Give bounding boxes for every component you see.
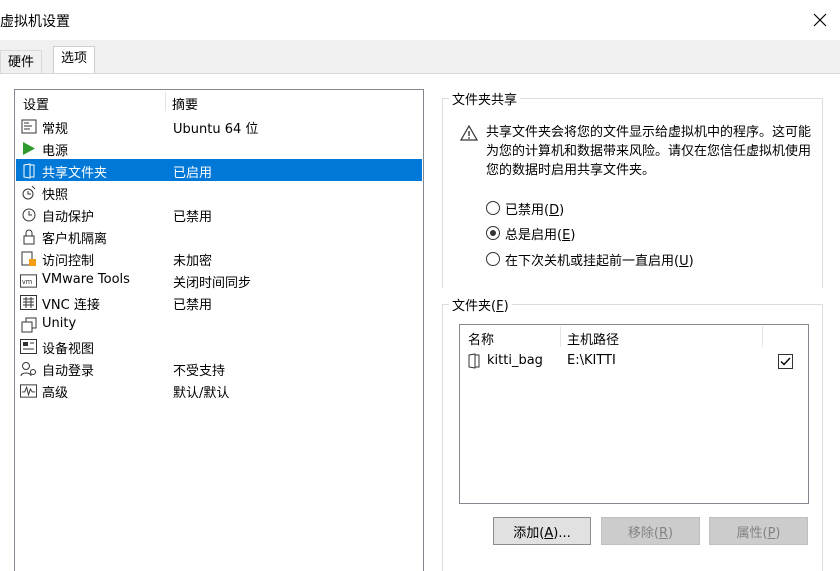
settings-row-device-view[interactable]: 设备视图 <box>16 335 422 357</box>
warning-text: 共享文件夹会将您的文件显示给虚拟机中的程序。这可能为您的计算机和数据带来风险。请… <box>486 125 812 178</box>
settings-row-shared-folders[interactable]: 共享文件夹 已启用 <box>16 159 422 181</box>
settings-row-vmware-tools[interactable]: vm VMware Tools 关闭时间同步 <box>16 269 422 291</box>
settings-row-label: 高级 <box>42 386 69 401</box>
settings-row-label: VMware Tools <box>42 272 130 287</box>
folder-row[interactable]: kitti_bag E:\KITTI <box>461 350 807 372</box>
settings-row-advanced[interactable]: 高级 默认/默认 <box>16 379 422 401</box>
window-title: 虚拟机设置 <box>0 14 70 30</box>
settings-row-autologin[interactable]: 自动登录 不受支持 <box>16 357 422 379</box>
settings-row-label: 快照 <box>42 188 69 203</box>
radio-circle <box>486 226 500 240</box>
settings-row-access-control[interactable]: 访问控制 未加密 <box>16 247 422 269</box>
advanced-icon <box>20 382 37 399</box>
tab-strip: 硬件 选项 <box>0 40 840 74</box>
radio-label: 总是启用(E) <box>505 227 576 243</box>
settings-row-summary: 已禁用 <box>173 210 213 225</box>
settings-row-vnc[interactable]: VNC 连接 已禁用 <box>16 291 422 313</box>
settings-row-label: 访问控制 <box>42 254 95 269</box>
access-control-icon <box>20 250 37 267</box>
column-header-setting[interactable]: 设置 <box>23 94 49 113</box>
settings-row-summary: 已禁用 <box>173 298 213 313</box>
settings-row-label: 自动保护 <box>42 210 95 225</box>
column-divider[interactable] <box>165 92 166 111</box>
radio-circle <box>486 201 500 215</box>
settings-row-label: 自动登录 <box>42 364 95 379</box>
folder-table[interactable]: 名称 主机路径 kitti_bag E:\KITTI <box>459 324 809 504</box>
settings-list[interactable]: 设置 摘要 常规 Ubuntu 64 位 电源 共享文件夹 已启用 快照 自动保… <box>14 89 424 571</box>
settings-row-summary: 默认/默认 <box>173 386 230 401</box>
settings-row-autoprotect[interactable]: 自动保护 已禁用 <box>16 203 422 225</box>
add-button[interactable]: 添加(A)... <box>493 517 591 545</box>
radio-always-enabled[interactable]: 总是启用(E) <box>486 223 575 243</box>
properties-button[interactable]: 属性(P) <box>709 517 808 545</box>
title-bar: 虚拟机设置 <box>0 0 840 40</box>
folder-sharing-group: 文件夹共享 共享文件夹会将您的文件显示给虚拟机中的程序。这可能为您的计算机和数据… <box>442 89 823 288</box>
shared-folder-icon <box>467 353 481 373</box>
radio-circle <box>486 252 500 266</box>
settings-row-label: VNC 连接 <box>42 298 100 313</box>
settings-row-label: Unity <box>42 316 77 331</box>
checkmark-icon <box>780 357 791 366</box>
close-button[interactable] <box>800 0 840 40</box>
column-divider[interactable] <box>560 326 561 347</box>
radio-until-poweroff[interactable]: 在下次关机或挂起前一直启用(U) <box>486 249 694 269</box>
group-title: 文件夹(F) <box>449 295 512 314</box>
tab-options[interactable]: 选项 <box>53 46 96 74</box>
snapshot-icon <box>20 184 37 201</box>
settings-row-label: 共享文件夹 <box>42 166 108 181</box>
folder-host-path: E:\KITTI <box>567 353 616 368</box>
svg-text:vm: vm <box>22 277 32 285</box>
column-divider[interactable] <box>762 326 763 347</box>
settings-row-snapshot[interactable]: 快照 <box>16 181 422 203</box>
radio-label: 已禁用(D) <box>505 202 565 218</box>
remove-button[interactable]: 移除(R) <box>601 517 700 545</box>
vnc-icon <box>20 294 37 311</box>
list-header: 设置 摘要 <box>15 90 423 114</box>
autologin-icon <box>20 360 37 377</box>
settings-row-label: 电源 <box>42 144 69 159</box>
lock-icon <box>20 228 37 245</box>
settings-row-unity[interactable]: Unity <box>16 313 422 335</box>
shared-folder-icon <box>20 162 37 179</box>
clock-icon <box>20 206 37 223</box>
settings-row-summary: 不受支持 <box>173 364 226 379</box>
radio-disabled[interactable]: 已禁用(D) <box>486 198 564 218</box>
warning-icon <box>459 124 479 145</box>
column-header-summary[interactable]: 摘要 <box>172 94 198 113</box>
close-icon <box>813 13 827 27</box>
settings-row-summary: 关闭时间同步 <box>173 276 252 291</box>
tab-hardware[interactable]: 硬件 <box>0 50 43 74</box>
settings-row-summary: 未加密 <box>173 254 213 269</box>
column-header-host-path[interactable]: 主机路径 <box>567 329 619 348</box>
settings-row-summary: Ubuntu 64 位 <box>173 122 259 137</box>
general-icon <box>20 118 37 135</box>
folders-group: 文件夹(F) 名称 主机路径 kitti_bag E:\KITTI 添加(A).… <box>442 295 823 571</box>
settings-row-isolation[interactable]: 客户机隔离 <box>16 225 422 247</box>
settings-row-label: 客户机隔离 <box>42 232 108 247</box>
settings-row-summary: 已启用 <box>173 166 213 181</box>
device-view-icon <box>20 338 37 355</box>
settings-row-label: 常规 <box>42 122 69 137</box>
folder-name: kitti_bag <box>487 353 543 368</box>
vm-tools-icon: vm <box>20 272 37 289</box>
power-play-icon <box>20 140 37 157</box>
group-title: 文件夹共享 <box>449 89 521 108</box>
unity-icon <box>20 316 37 333</box>
radio-label: 在下次关机或挂起前一直启用(U) <box>505 253 694 269</box>
settings-row-power[interactable]: 电源 <box>16 137 422 159</box>
column-header-name[interactable]: 名称 <box>468 329 494 348</box>
settings-row-general[interactable]: 常规 Ubuntu 64 位 <box>16 115 422 137</box>
folder-enabled-checkbox[interactable] <box>778 354 793 369</box>
settings-row-label: 设备视图 <box>42 342 95 357</box>
